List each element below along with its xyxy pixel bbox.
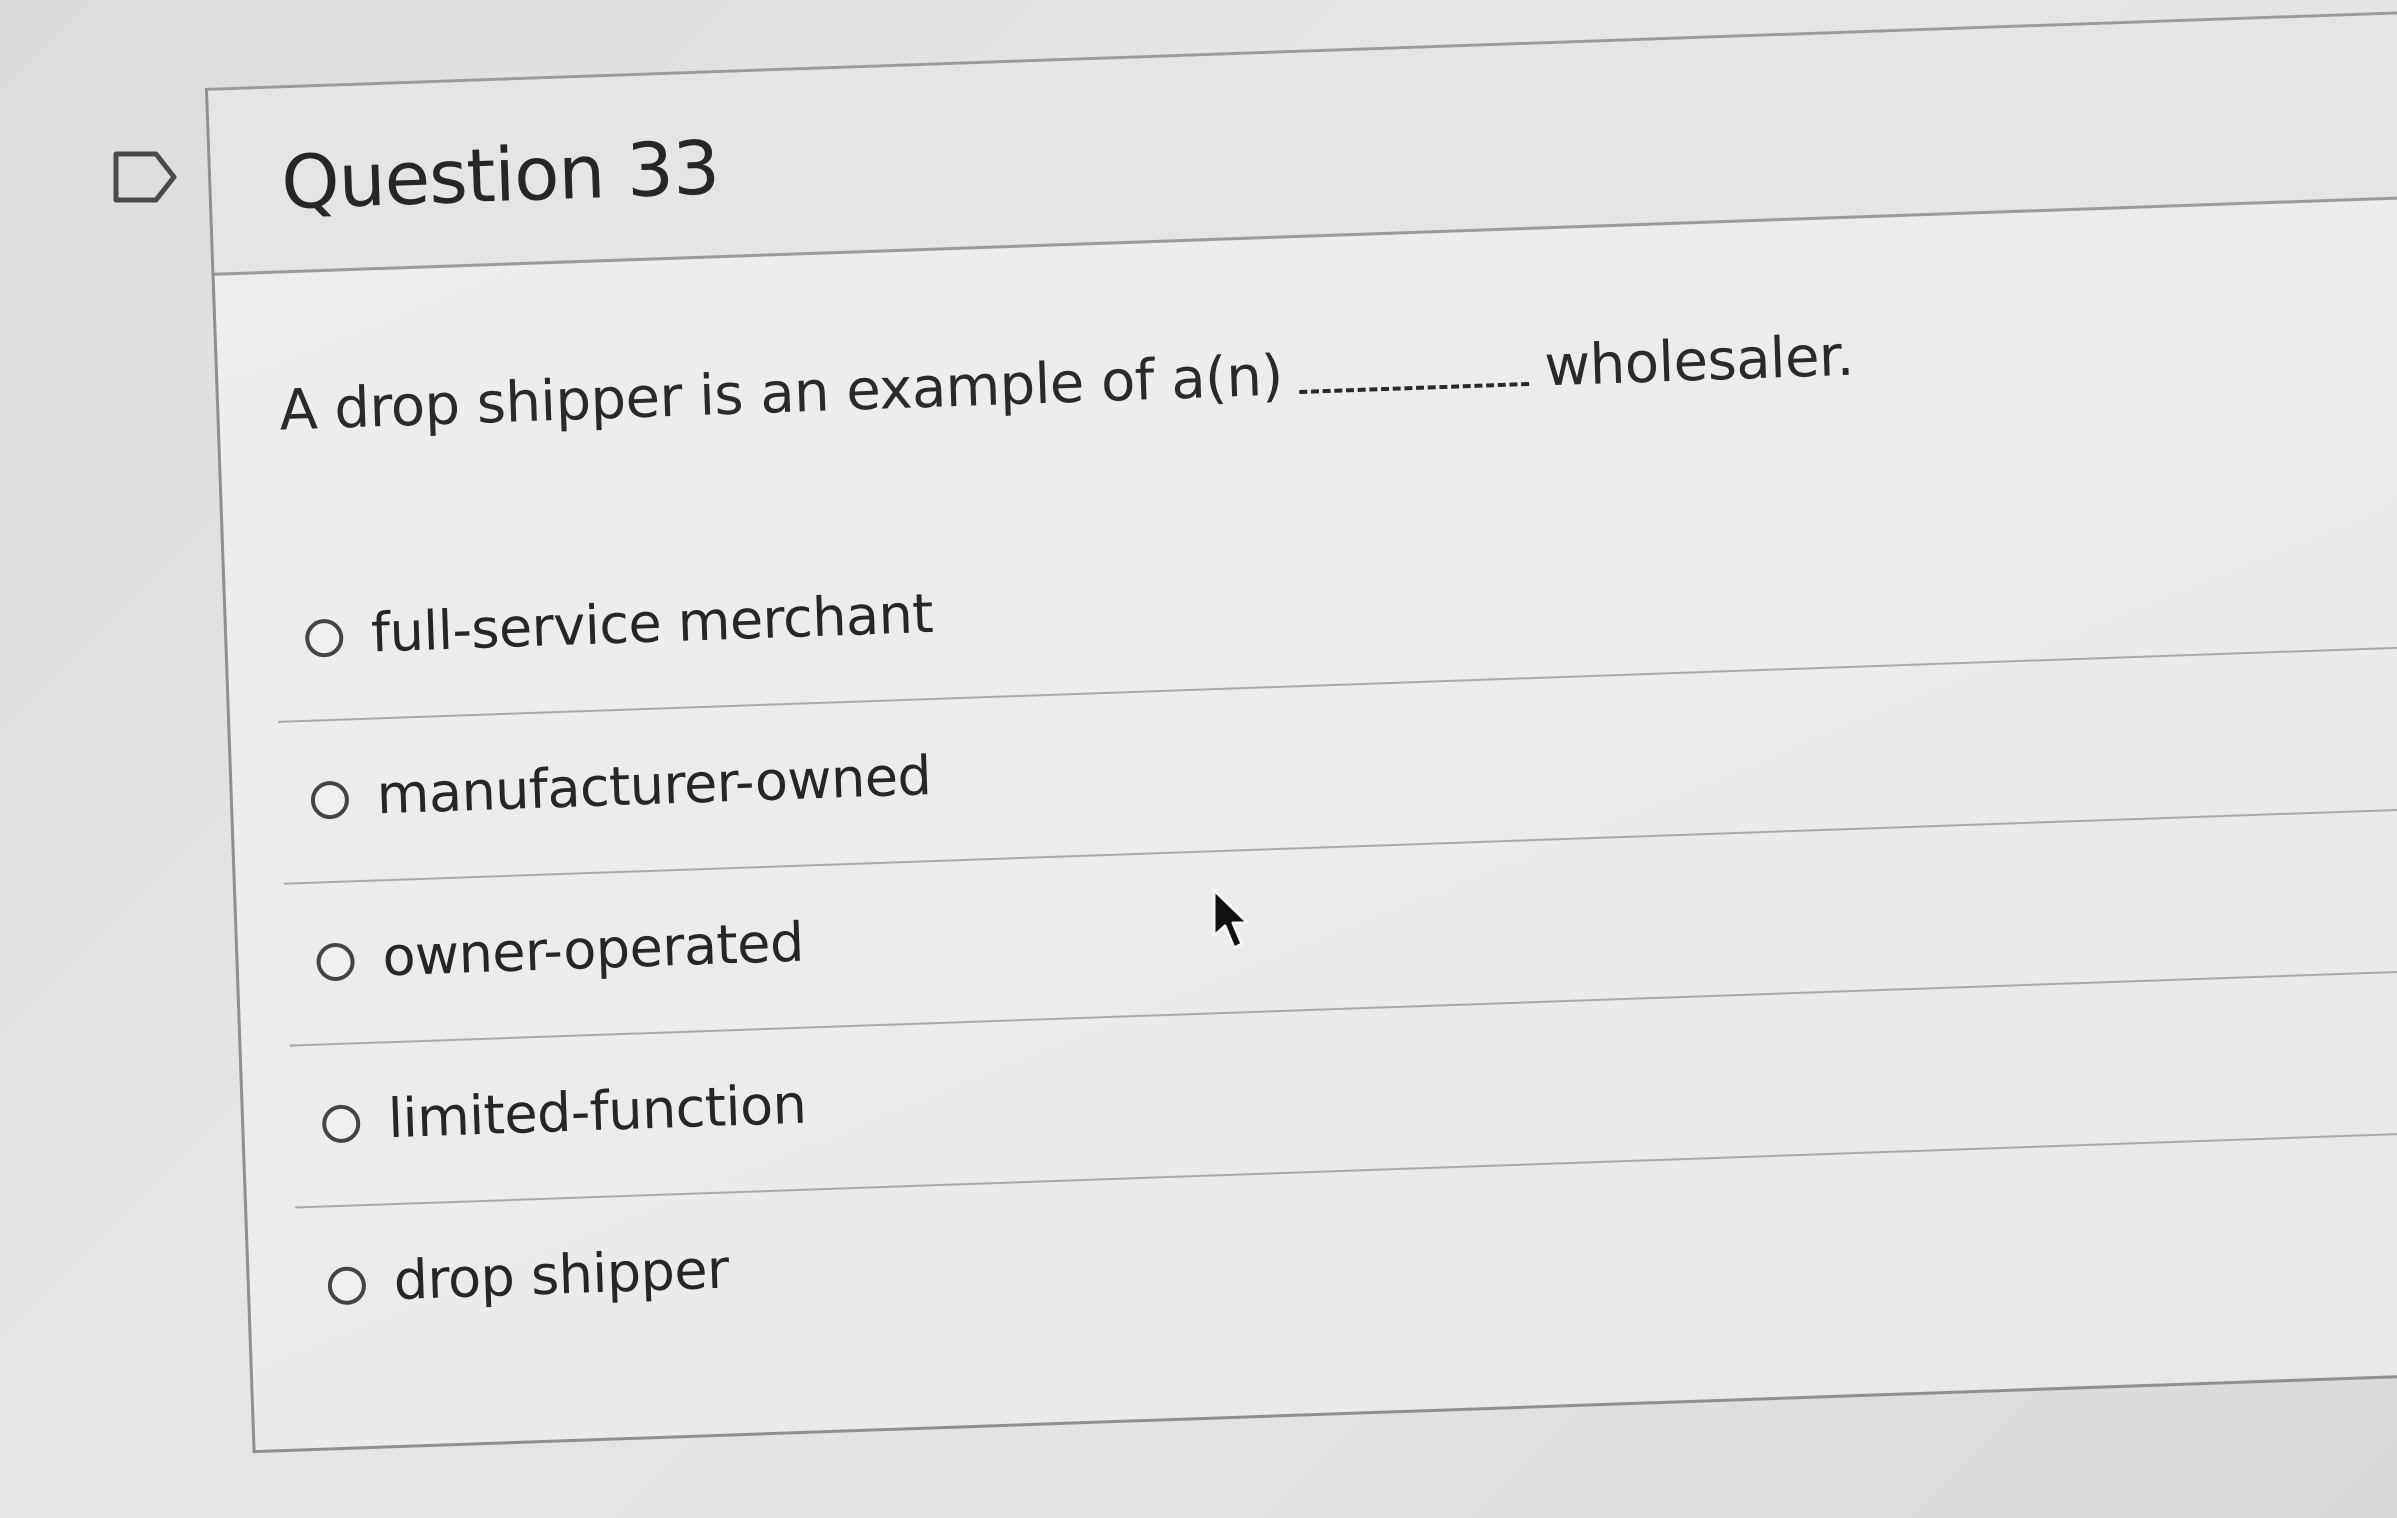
answer-label[interactable]: drop shipper [393, 1237, 730, 1312]
question-prompt: A drop shipper is an example of a(n) whol… [278, 324, 1854, 444]
radio-button[interactable] [321, 1104, 361, 1144]
quiz-page: Question 33 A drop shipper is an example… [0, 0, 2397, 1518]
answer-label[interactable]: manufacturer-owned [376, 744, 933, 826]
radio-button[interactable] [327, 1266, 367, 1306]
prompt-text-before: A drop shipper is an example of a(n) [278, 343, 1284, 444]
flag-question-icon[interactable] [112, 148, 178, 206]
answer-list: full-service merchant manufacturer-owned… [272, 484, 2397, 1368]
question-card: Question 33 A drop shipper is an example… [205, 9, 2397, 1454]
radio-button[interactable] [315, 942, 356, 982]
answer-label[interactable]: limited-function [387, 1073, 807, 1151]
mouse-pointer-icon [1212, 888, 1250, 950]
answer-label[interactable]: full-service merchant [370, 582, 934, 665]
answer-label[interactable]: owner-operated [381, 911, 804, 989]
radio-button[interactable] [304, 618, 344, 658]
question-header: Question 33 [208, 12, 2397, 276]
radio-button[interactable] [310, 780, 350, 820]
prompt-text-after: wholesaler. [1543, 323, 1855, 400]
question-title: Question 33 [279, 125, 721, 227]
fill-in-blank [1299, 381, 1530, 394]
